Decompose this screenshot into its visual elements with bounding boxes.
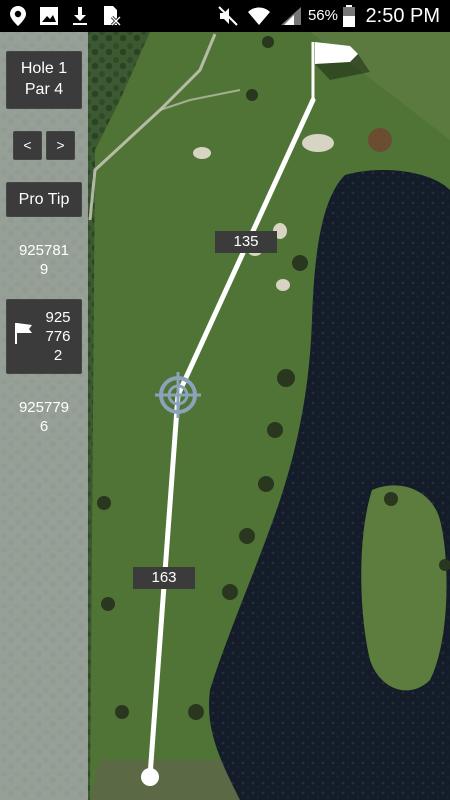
upper-segment-distance-label: 135 (215, 231, 277, 253)
tee-marker[interactable] (141, 768, 159, 786)
location-icon (6, 4, 30, 28)
hole-par: Par 4 (24, 81, 64, 98)
pin-distance-button[interactable]: 925 776 2 (6, 299, 82, 374)
distance-value-3: 925779 6 (18, 399, 70, 435)
pin-distance-value: 925 776 2 (45, 309, 71, 364)
download-icon (68, 4, 92, 28)
distance-value-1: 925781 9 (18, 242, 70, 278)
lower-segment-distance-label: 163 (133, 567, 195, 589)
hole-number: Hole 1 (20, 60, 68, 77)
flag-icon (14, 321, 34, 345)
pro-tip-button[interactable]: Pro Tip (6, 182, 82, 217)
sim-off-icon (99, 4, 123, 28)
signal-icon (279, 4, 303, 28)
battery-percent: 56% (307, 7, 338, 24)
clock: 2:50 PM (365, 5, 440, 27)
wifi-icon (247, 4, 271, 28)
status-bar: 56% 2:50 PM (0, 0, 450, 32)
battery-icon (337, 4, 361, 28)
image-icon (37, 4, 61, 28)
previous-hole-button[interactable]: < (13, 131, 42, 160)
hole-info-button[interactable]: Hole 1 Par 4 (6, 51, 82, 109)
mute-icon (216, 4, 240, 28)
next-hole-button[interactable]: > (46, 131, 75, 160)
